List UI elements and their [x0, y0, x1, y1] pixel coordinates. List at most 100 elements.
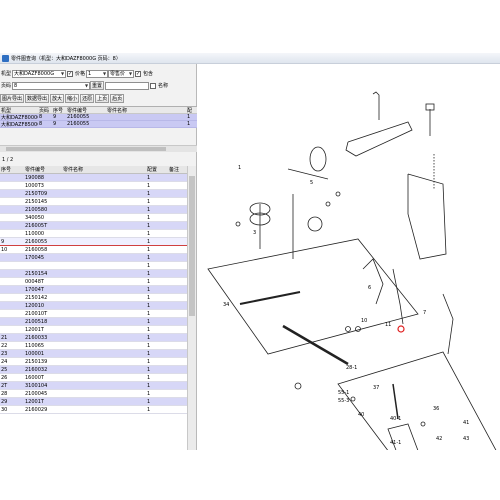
- prev-page-button[interactable]: 上页: [95, 94, 110, 103]
- include-checkbox[interactable]: ✓: [135, 70, 142, 77]
- callout-label[interactable]: 3: [253, 230, 256, 236]
- cell: 2150T09: [25, 190, 48, 197]
- search-input[interactable]: [105, 81, 150, 90]
- callout-label[interactable]: 41: [463, 420, 469, 426]
- scrollbar-thumb[interactable]: [6, 147, 166, 151]
- header-cell: 零件编号: [25, 167, 46, 173]
- callout-label[interactable]: 28-1: [346, 365, 357, 371]
- page-select[interactable]: 8 ▼: [12, 81, 91, 90]
- next-page-button[interactable]: 后页: [110, 94, 125, 103]
- cell: 2150154: [25, 270, 48, 277]
- table-row[interactable]: 大和DAZF8500G 8 9 2160055 1: [0, 121, 197, 128]
- export-data-button[interactable]: 数据导出: [25, 94, 50, 103]
- table-row[interactable]: 210010T 1: [0, 310, 187, 318]
- zoom-out-button[interactable]: 缩小: [65, 94, 80, 103]
- scrollbar-thumb[interactable]: [189, 176, 195, 316]
- model-value: 大和DAZF8000G: [14, 71, 55, 77]
- table-row[interactable]: 29 12001T 1: [0, 398, 187, 406]
- table-row[interactable]: 216005T 1: [0, 222, 187, 230]
- zoom-in-button[interactable]: 放大: [50, 94, 65, 103]
- header-cell: 配: [187, 107, 193, 114]
- table-row[interactable]: 00048T 1: [0, 278, 187, 286]
- thread-guide: [362, 258, 384, 305]
- table-row[interactable]: 2150142 1: [0, 294, 187, 302]
- table-row[interactable]: 23 100001 1: [0, 350, 187, 358]
- cell: 190088: [25, 174, 45, 181]
- callout-label[interactable]: 55-3: [338, 398, 349, 404]
- table-row[interactable]: 9 2160055 1: [0, 238, 187, 246]
- table-row[interactable]: 1: [0, 262, 187, 270]
- callout-label[interactable]: 7: [423, 310, 426, 316]
- cell: 1: [147, 374, 151, 381]
- vertical-scrollbar[interactable]: [187, 166, 196, 450]
- table-row[interactable]: 340050 1: [0, 214, 187, 222]
- table-row[interactable]: 2150145 1: [0, 198, 187, 206]
- table-row[interactable]: 110000 1: [0, 230, 187, 238]
- cell: 1: [147, 230, 151, 237]
- table-row[interactable]: 2150154 1: [0, 270, 187, 278]
- table-row[interactable]: 2100580 1: [0, 206, 187, 214]
- table-row[interactable]: 10 2160058 1: [0, 246, 187, 254]
- cell: 216005T: [25, 222, 48, 229]
- table-row[interactable]: 17004T 1: [0, 286, 187, 294]
- table-header: 序号 零件编号 零件名称 配置 备注: [0, 166, 187, 174]
- diagram-viewer[interactable]: 1 3 5 6 7 10 11 34 36 37 40 41 42 43 40-1 41-1 55-1 55-3 2…: [198, 64, 500, 470]
- cell: 170045: [25, 254, 45, 261]
- callout-label[interactable]: 6: [368, 285, 371, 291]
- table-row[interactable]: 120010 1: [0, 302, 187, 310]
- callout-label[interactable]: 43: [463, 436, 469, 442]
- callout-label[interactable]: 1: [238, 165, 241, 171]
- export-images-label: 图片导出: [2, 96, 23, 102]
- table-row[interactable]: 30 2160029 1: [0, 406, 187, 414]
- title-bar: 零件图查询（机型：大和DAZF8000G 页码：8）: [0, 53, 500, 64]
- table-row[interactable]: 22 110065 1: [0, 342, 187, 350]
- table-row[interactable]: 24 2150139 1: [0, 358, 187, 366]
- reset-button[interactable]: 重置: [90, 81, 105, 90]
- table-row[interactable]: 12001T 1: [0, 326, 187, 334]
- table-row[interactable]: 26 16000T 1: [0, 374, 187, 382]
- table-row[interactable]: 170045 1: [0, 254, 187, 262]
- header-cell: 零件名称: [107, 107, 128, 114]
- table-row[interactable]: 28 2100045 1: [0, 390, 187, 398]
- callout-label[interactable]: 41-1: [390, 440, 401, 446]
- cell: 16000T: [25, 374, 44, 381]
- cell: 30: [1, 406, 8, 413]
- price-checkbox[interactable]: ✓: [67, 70, 74, 77]
- callout-label[interactable]: 40-1: [390, 416, 401, 422]
- price-field[interactable]: 1 ▼: [86, 69, 109, 78]
- model-select[interactable]: 大和DAZF8000G ▼: [12, 69, 67, 78]
- callout-label[interactable]: 5: [310, 180, 313, 186]
- callout-label[interactable]: 36: [433, 406, 439, 412]
- name-checkbox[interactable]: [150, 82, 157, 89]
- table-row[interactable]: 21 2160033 1: [0, 334, 187, 342]
- table-row[interactable]: 190088 1: [0, 174, 187, 182]
- price-kind-select[interactable]: 零售价 ▼: [108, 69, 135, 78]
- callout-label[interactable]: 42: [436, 436, 442, 442]
- callout-label[interactable]: 34: [223, 302, 229, 308]
- cell: 1: [147, 334, 151, 341]
- toolbar-row-1: 机型 大和DAZF8000G ▼ ✓ 价格 1 ▼ 零售价 ▼ ✓ 包含: [0, 68, 154, 79]
- cell: 110065: [25, 342, 45, 349]
- cell: 1: [147, 206, 151, 213]
- table-row[interactable]: 25 2160032 1: [0, 366, 187, 374]
- table-row[interactable]: 1000T3 1: [0, 182, 187, 190]
- table-row[interactable]: 2T 3100104 1: [0, 382, 187, 390]
- cell: 210010T: [25, 310, 48, 317]
- callout-label[interactable]: 40: [358, 412, 364, 418]
- export-images-button[interactable]: 图片导出: [0, 94, 25, 103]
- restore-button[interactable]: 还原: [80, 94, 95, 103]
- callout-label[interactable]: 10: [361, 318, 367, 324]
- callout-label[interactable]: 37: [373, 385, 379, 391]
- table-row[interactable]: 2100518 1: [0, 318, 187, 326]
- callout-label[interactable]: 11: [385, 322, 391, 328]
- cell: 大和DAZF8000G: [1, 114, 38, 121]
- cell: 1: [147, 326, 151, 333]
- table-row[interactable]: 2150T09 1: [0, 190, 187, 198]
- cell: 10: [1, 246, 8, 253]
- cell: 2160032: [25, 366, 48, 373]
- horizontal-scrollbar[interactable]: [0, 145, 197, 152]
- reset-label: 重置: [92, 83, 103, 89]
- callout-label[interactable]: 55-1: [338, 390, 349, 396]
- main-shaft: [239, 291, 301, 305]
- screw: [235, 221, 241, 227]
